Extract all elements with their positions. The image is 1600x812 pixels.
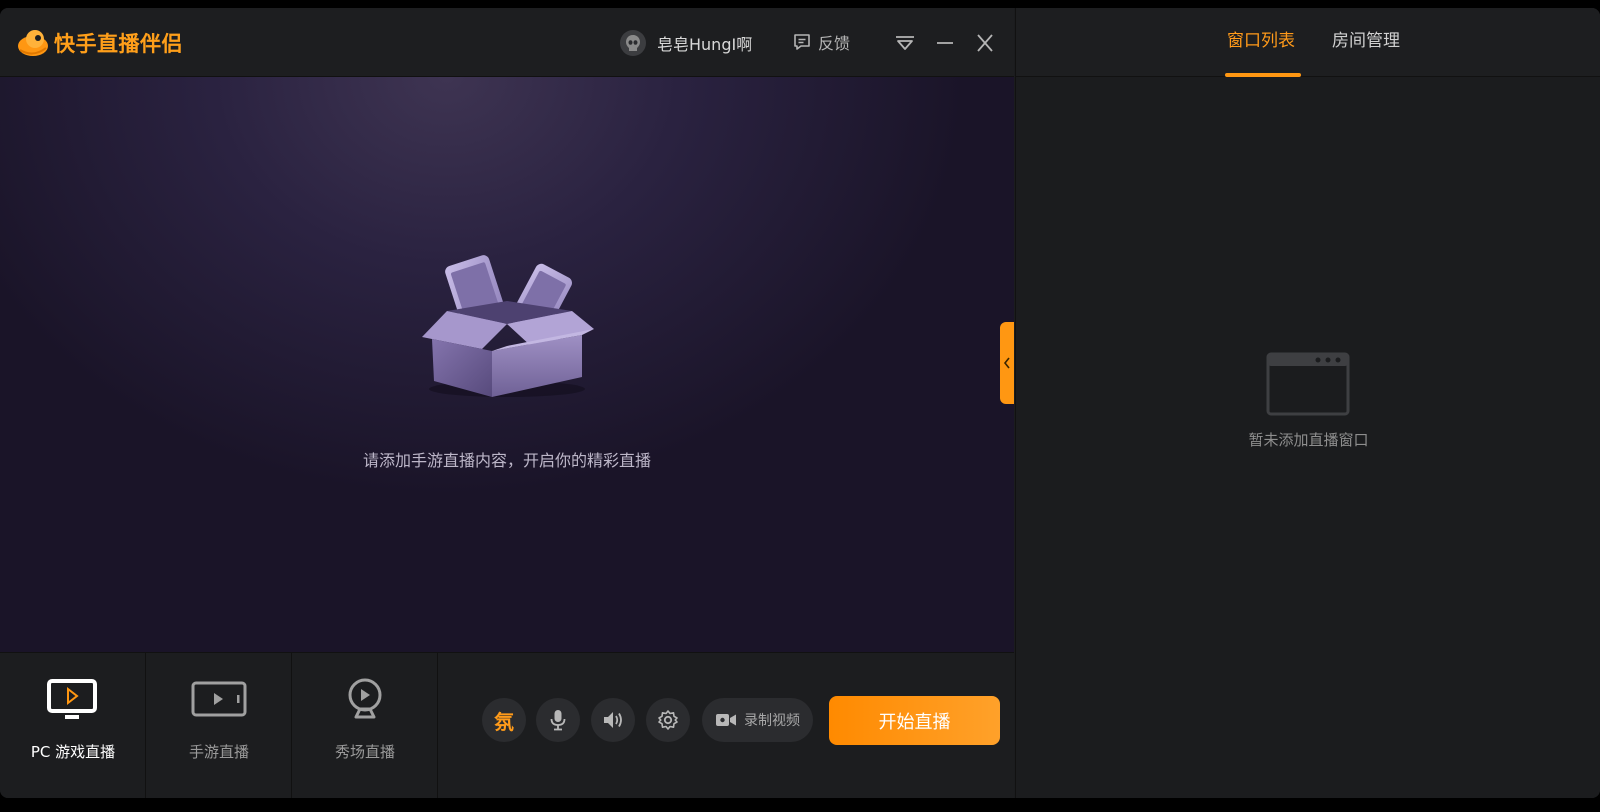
preview-stage: 请添加手游直播内容，开启你的精彩直播	[0, 77, 1014, 652]
feedback-icon	[794, 34, 810, 50]
settings-icon	[658, 710, 678, 730]
microphone-button[interactable]	[536, 698, 580, 742]
microphone-icon	[550, 710, 566, 731]
monitor-play-icon	[47, 679, 97, 719]
active-tab-indicator	[1225, 73, 1301, 77]
title-bar: 快手直播伴侣 皂皂HungI啊 反馈	[0, 8, 1014, 77]
minimize-icon	[937, 42, 953, 44]
chevron-left-icon	[1003, 357, 1010, 369]
side-panel: 窗口列表 房间管理 暂未添加直播窗口	[1015, 8, 1600, 798]
ambience-button[interactable]: 氛	[482, 698, 526, 742]
feedback-button[interactable]: 反馈	[792, 30, 850, 54]
mode-label: 手游直播	[188, 743, 249, 761]
window-list-empty-message: 暂未添加直播窗口	[1248, 431, 1369, 449]
settings-button[interactable]	[646, 698, 690, 742]
avatar-icon	[620, 30, 646, 56]
side-panel-header: 窗口列表 房间管理	[1016, 8, 1600, 77]
user-profile[interactable]: 皂皂HungI啊	[620, 30, 752, 56]
user-name: 皂皂HungI啊	[657, 35, 753, 54]
empty-window-icon	[1266, 352, 1350, 416]
record-video-button[interactable]: 录制视频	[702, 698, 813, 742]
app-logo: 快手直播伴侣	[16, 28, 183, 58]
dropdown-icon	[896, 36, 914, 50]
dropdown-menu-button[interactable]	[894, 34, 916, 52]
stage-empty-message: 请添加手游直播内容，开启你的精彩直播	[362, 451, 651, 470]
feedback-label: 反馈	[818, 34, 851, 53]
tab-window-list[interactable]: 窗口列表	[1227, 26, 1295, 51]
phone-play-icon	[191, 681, 247, 717]
app-window: 快手直播伴侣 皂皂HungI啊 反馈 请添加手游直播内容，开启你的精彩直播 PC…	[0, 8, 1600, 798]
speaker-button[interactable]	[591, 698, 635, 742]
ambience-icon: 氛	[494, 709, 514, 734]
close-icon	[977, 34, 993, 52]
start-live-button[interactable]: 开始直播	[829, 696, 1000, 745]
record-video-label: 录制视频	[744, 713, 800, 729]
bottom-control-bar: PC 游戏直播 手游直播 秀场直播 氛 录制视频 开始直播	[0, 652, 1014, 798]
speaker-icon	[604, 712, 622, 728]
mode-tab-mobile-game[interactable]: 手游直播	[146, 653, 292, 798]
video-camera-icon	[716, 714, 736, 726]
empty-box-illustration	[422, 255, 594, 397]
app-title: 快手直播伴侣	[54, 32, 183, 56]
tab-room-management[interactable]: 房间管理	[1332, 26, 1400, 51]
mode-label: PC 游戏直播	[30, 743, 116, 761]
webcam-icon	[348, 678, 382, 719]
main-pane: 快手直播伴侣 皂皂HungI啊 反馈 请添加手游直播内容，开启你的精彩直播 PC…	[0, 8, 1014, 798]
close-button[interactable]	[974, 34, 996, 52]
mode-tab-showroom[interactable]: 秀场直播	[292, 653, 438, 798]
kuaishou-logo-icon	[18, 30, 48, 56]
mode-label: 秀场直播	[334, 743, 395, 761]
mode-tab-pc-game[interactable]: PC 游戏直播	[0, 653, 146, 798]
panel-collapse-toggle[interactable]	[1000, 322, 1014, 404]
minimize-button[interactable]	[934, 34, 956, 52]
